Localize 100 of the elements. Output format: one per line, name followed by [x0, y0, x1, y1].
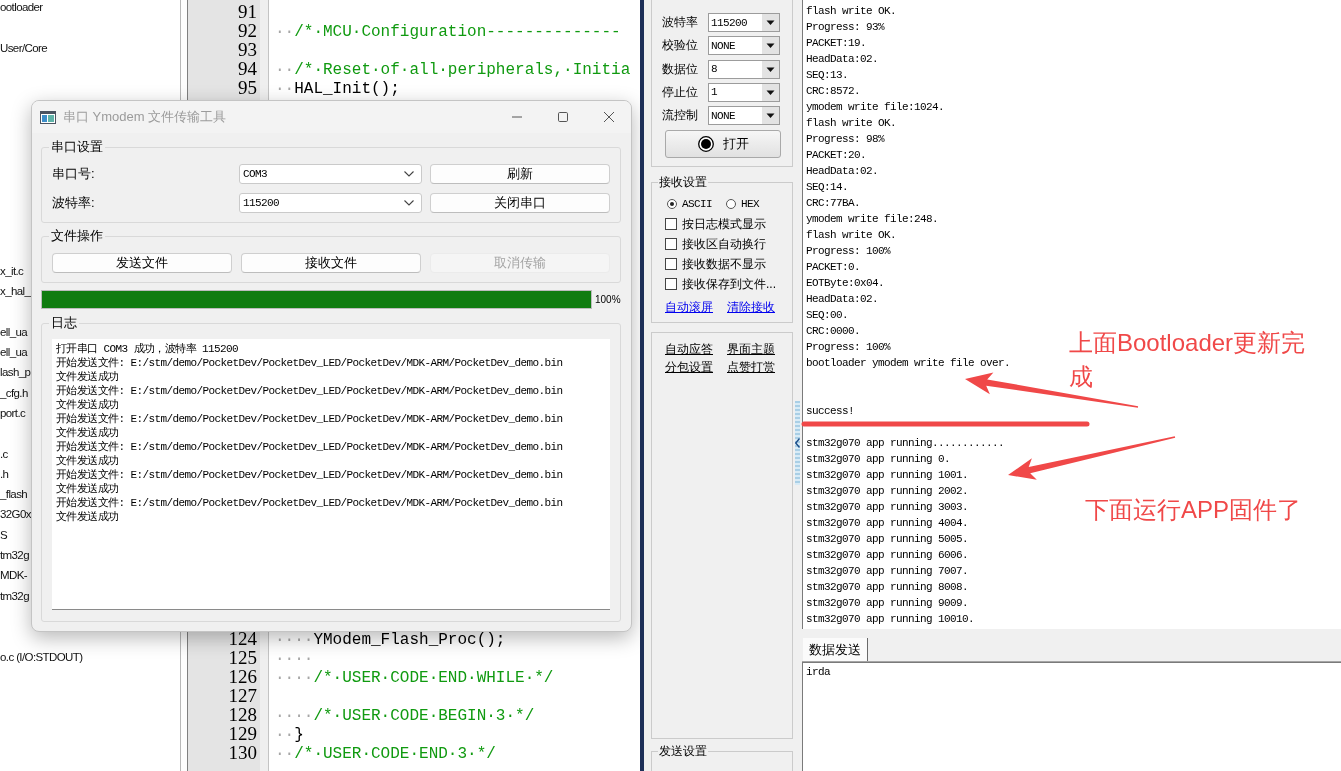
- tree-item[interactable]: tm32g: [0, 545, 29, 566]
- tree-item[interactable]: ell_ua: [0, 321, 28, 343]
- code-line: ··/*·USER·CODE·END·3·*/: [275, 745, 496, 763]
- port-dropdown[interactable]: COM3: [239, 164, 422, 184]
- log-line: Progress: 100%: [806, 244, 890, 259]
- log-line: 打开串口 COM3 成功，波特率 115200: [56, 342, 238, 356]
- log-line: stm32g070 app running 3003.: [806, 500, 969, 515]
- setting-label: 停止位: [662, 83, 698, 101]
- radio-label[interactable]: HEX: [741, 198, 760, 211]
- refresh-button[interactable]: 刷新: [430, 164, 610, 184]
- tree-item[interactable]: .h: [0, 463, 9, 485]
- log-line: HeadData:02.: [806, 292, 878, 307]
- field-label: 波特率:: [52, 194, 95, 212]
- log-line: stm32g070 app running 10010.: [806, 612, 975, 627]
- tree-item[interactable]: o.c (I/O:STDOUT): [0, 646, 83, 667]
- receive-file-button[interactable]: 接收文件: [241, 253, 421, 273]
- checkbox[interactable]: [665, 278, 677, 291]
- clear-receive-link[interactable]: 清除接收: [727, 299, 775, 316]
- tree-item[interactable]: 32G0x: [0, 504, 31, 525]
- log-line: HeadData:02.: [806, 164, 878, 179]
- tree-item[interactable]: User/Core: [0, 37, 47, 58]
- baud-rate-dropdown[interactable]: 115200: [239, 193, 422, 213]
- splitter-handle[interactable]: [795, 401, 800, 485]
- tree-item[interactable]: ell_ua: [0, 342, 28, 363]
- tree-item[interactable]: tm32g: [0, 585, 29, 606]
- log-line: stm32g070 app running 1001.: [806, 468, 969, 483]
- tree-item[interactable]: MDK-: [0, 565, 27, 586]
- circle-icon: [697, 136, 714, 153]
- caret-down-icon: [762, 14, 779, 31]
- tip-link[interactable]: 点赞打赏: [727, 359, 775, 377]
- line-number: 124: [227, 629, 257, 648]
- setting-dropdown[interactable]: 8: [708, 59, 780, 79]
- log-line: stm32g070 app running 5005.: [806, 532, 969, 547]
- checkbox-label[interactable]: 接收保存到文件...: [682, 276, 776, 293]
- setting-label: 校验位: [662, 37, 698, 55]
- theme-link[interactable]: 界面主题: [727, 341, 775, 358]
- group-title: 发送设置: [658, 744, 708, 759]
- auto-scroll-link[interactable]: 自动滚屏: [665, 299, 713, 316]
- line-number: 95: [237, 78, 257, 97]
- maximize-icon[interactable]: [558, 112, 568, 122]
- log-line: stm32g070 app running 8008.: [806, 580, 969, 595]
- checkbox-label[interactable]: 接收区自动换行: [682, 236, 766, 253]
- tree-item[interactable]: .c: [0, 443, 8, 464]
- tree-item[interactable]: x_it.c: [0, 260, 24, 282]
- field-label: 串口号:: [52, 165, 95, 183]
- setting-dropdown[interactable]: NONE: [708, 106, 780, 126]
- log-line: 文件发送成功: [56, 482, 119, 496]
- radio-button[interactable]: [667, 199, 677, 210]
- log-line: 文件发送成功: [56, 426, 119, 440]
- radio-label[interactable]: ASCII: [682, 198, 712, 211]
- send-file-button[interactable]: 发送文件: [52, 253, 232, 273]
- log-line: 开始发送文件: E:/stm/demo/PocketDev/PocketDev_LED/PocketDev/MDK-ARM/PocketDev_demo.bin: [56, 412, 563, 426]
- tree-item[interactable]: ootloader: [0, 0, 43, 18]
- log-line: success!: [806, 404, 854, 419]
- close-icon[interactable]: [604, 112, 614, 122]
- checkbox[interactable]: [665, 238, 677, 251]
- setting-dropdown[interactable]: 115200: [708, 13, 780, 32]
- close-port-button[interactable]: 关闭串口: [430, 193, 610, 213]
- log-line: CRC:0000.: [806, 324, 860, 339]
- checkbox-label[interactable]: 按日志模式显示: [682, 216, 766, 233]
- log-line: stm32g070 app running 2002.: [806, 484, 969, 499]
- auto-reply-link[interactable]: 自动应答: [665, 341, 713, 358]
- setting-label: 流控制: [662, 107, 698, 125]
- log-line: ymodem write file:248.: [806, 212, 939, 227]
- open-port-button[interactable]: 打开: [665, 130, 781, 159]
- log-line: PACKET:0.: [806, 260, 860, 275]
- checkbox[interactable]: [665, 218, 677, 231]
- line-number: 130: [227, 743, 257, 762]
- log-line: Progress: 93%: [806, 20, 884, 35]
- code-line: ····/*·USER·CODE·BEGIN·3·*/: [275, 707, 535, 725]
- tree-item[interactable]: S: [0, 524, 8, 545]
- caret-down-icon: [762, 107, 779, 125]
- log-line: 开始发送文件: E:/stm/demo/PocketDev/PocketDev_LED/PocketDev/MDK-ARM/PocketDev_demo.bin: [56, 384, 563, 398]
- checkbox-label[interactable]: 接收数据不显示: [682, 256, 766, 273]
- setting-dropdown[interactable]: 1: [708, 82, 780, 102]
- checkbox[interactable]: [665, 258, 677, 271]
- group-title: 接收设置: [658, 175, 708, 190]
- code-line: ····YModem_Flash_Proc();: [275, 631, 506, 649]
- line-number: 128: [227, 705, 257, 724]
- tree-item[interactable]: _flash: [0, 484, 28, 505]
- packet-settings-link[interactable]: 分包设置: [665, 359, 713, 377]
- log-line: 开始发送文件: E:/stm/demo/PocketDev/PocketDev_LED/PocketDev/MDK-ARM/PocketDev_demo.bin: [56, 440, 563, 454]
- log-line: 文件发送成功: [56, 370, 119, 384]
- send-tab[interactable]: 数据发送: [803, 638, 868, 661]
- setting-dropdown[interactable]: NONE: [708, 36, 780, 56]
- tree-item[interactable]: _cfg.h: [0, 382, 28, 403]
- radio-button[interactable]: [726, 199, 736, 210]
- log-line: 开始发送文件: E:/stm/demo/PocketDev/PocketDev_LED/PocketDev/MDK-ARM/PocketDev_demo.bin: [56, 468, 563, 482]
- tree-item[interactable]: x_hal_: [0, 281, 31, 302]
- caret-down-icon: [762, 60, 779, 78]
- log-line: SEQ:13.: [806, 68, 848, 83]
- log-line: Progress: 100%: [806, 340, 890, 355]
- send-input[interactable]: irda: [802, 662, 1341, 771]
- tree-item[interactable]: lash_p: [0, 362, 31, 383]
- group-title: 串口设置: [50, 139, 104, 155]
- code-line: ··}: [275, 726, 304, 744]
- log-line: stm32g070 app running 4004.: [806, 516, 969, 531]
- tree-item[interactable]: port.c: [0, 402, 26, 424]
- log-line: HeadData:02.: [806, 52, 878, 67]
- line-number: 93: [237, 40, 257, 59]
